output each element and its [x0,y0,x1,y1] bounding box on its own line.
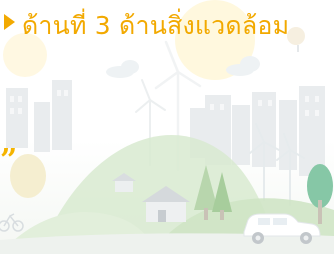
section-header: ด้านที่ 3 ด้านสิ่งแวดล้อม [0,0,334,48]
building [34,102,50,152]
section-title: ด้านที่ 3 ด้านสิ่งแวดล้อม [22,11,290,40]
cloud-icon [106,60,139,78]
building [232,105,250,165]
building [299,86,325,176]
illustration-stage: ด้านที่ 3 ด้านสิ่งแวดล้อม ” [0,0,334,254]
quote-mark-icon: ” [0,143,18,178]
building [52,80,72,150]
bicycle-icon [0,213,24,232]
play-triangle-icon [4,14,15,30]
building [279,100,297,170]
building [6,88,28,148]
